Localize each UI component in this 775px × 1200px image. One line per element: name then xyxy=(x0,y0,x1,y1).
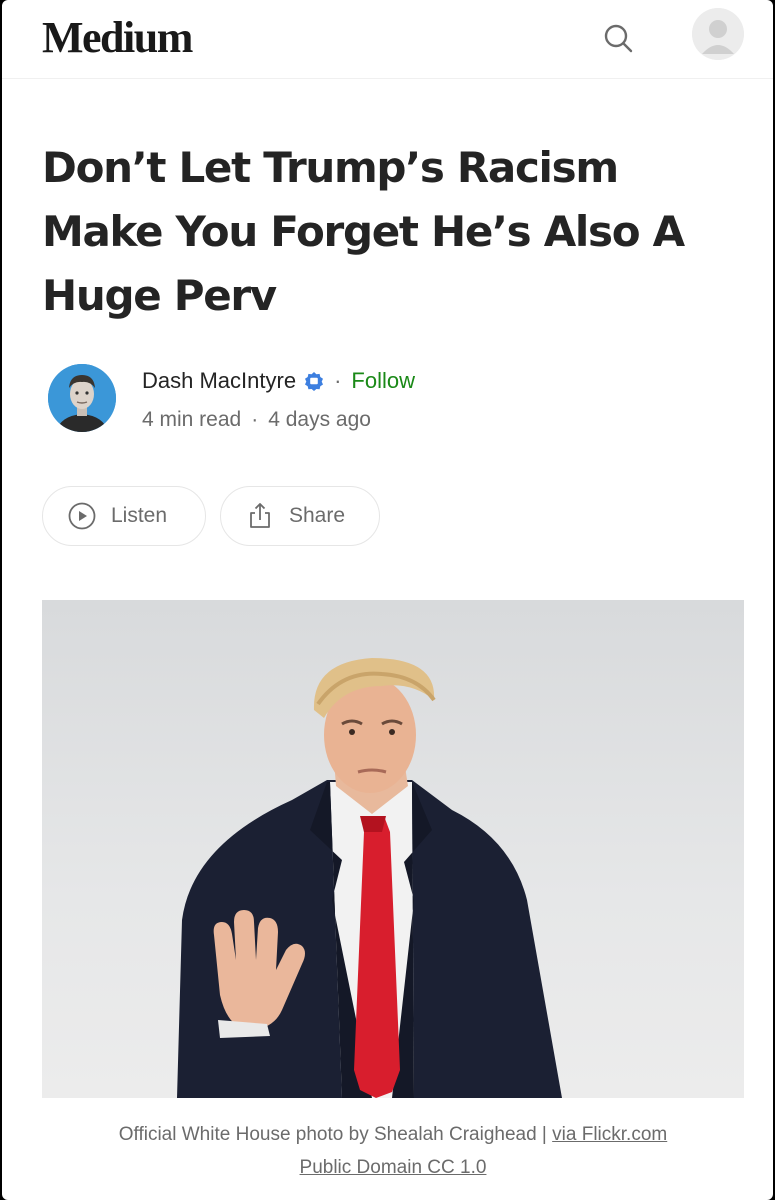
author-avatar[interactable] xyxy=(48,364,116,432)
verified-badge-icon xyxy=(305,372,324,391)
author-line: Dash MacIntyre · Follow xyxy=(142,366,415,396)
top-bar: Medium xyxy=(2,0,773,79)
share-icon xyxy=(250,503,270,528)
share-button[interactable]: Share xyxy=(220,486,380,546)
follow-button[interactable]: Follow xyxy=(351,368,415,394)
read-time: 4 min read xyxy=(142,408,242,431)
user-avatar-icon xyxy=(692,8,744,60)
author-portrait-image xyxy=(48,364,116,432)
profile-avatar-button[interactable] xyxy=(692,8,744,60)
play-circle-icon xyxy=(68,502,96,530)
search-button[interactable] xyxy=(598,18,638,58)
medium-logo[interactable]: Medium xyxy=(42,12,193,63)
image-caption: Official White House photo by Shealah Cr… xyxy=(42,1118,744,1184)
share-label: Share xyxy=(289,504,346,527)
hero-photo xyxy=(177,658,562,1098)
article-screen: Medium Don’t Let Trump’s Racism Make You… xyxy=(2,0,773,1200)
listen-button[interactable]: Listen xyxy=(42,486,206,546)
article-meta: 4 min read · 4 days ago xyxy=(142,405,371,435)
separator-dot: · xyxy=(251,408,259,431)
article-title: Don’t Let Trump’s Racism Make You Forget… xyxy=(42,143,685,320)
author-name[interactable]: Dash MacIntyre xyxy=(142,368,296,394)
license-link[interactable]: Public Domain CC 1.0 xyxy=(300,1157,487,1178)
flickr-link[interactable]: via Flickr.com xyxy=(552,1124,667,1145)
article-hero-image xyxy=(42,600,744,1098)
search-icon xyxy=(604,24,633,53)
publish-date: 4 days ago xyxy=(268,408,371,431)
caption-text: Official White House photo by Shealah Cr… xyxy=(118,1124,553,1145)
separator-dot: · xyxy=(334,368,342,393)
listen-label: Listen xyxy=(111,504,168,527)
